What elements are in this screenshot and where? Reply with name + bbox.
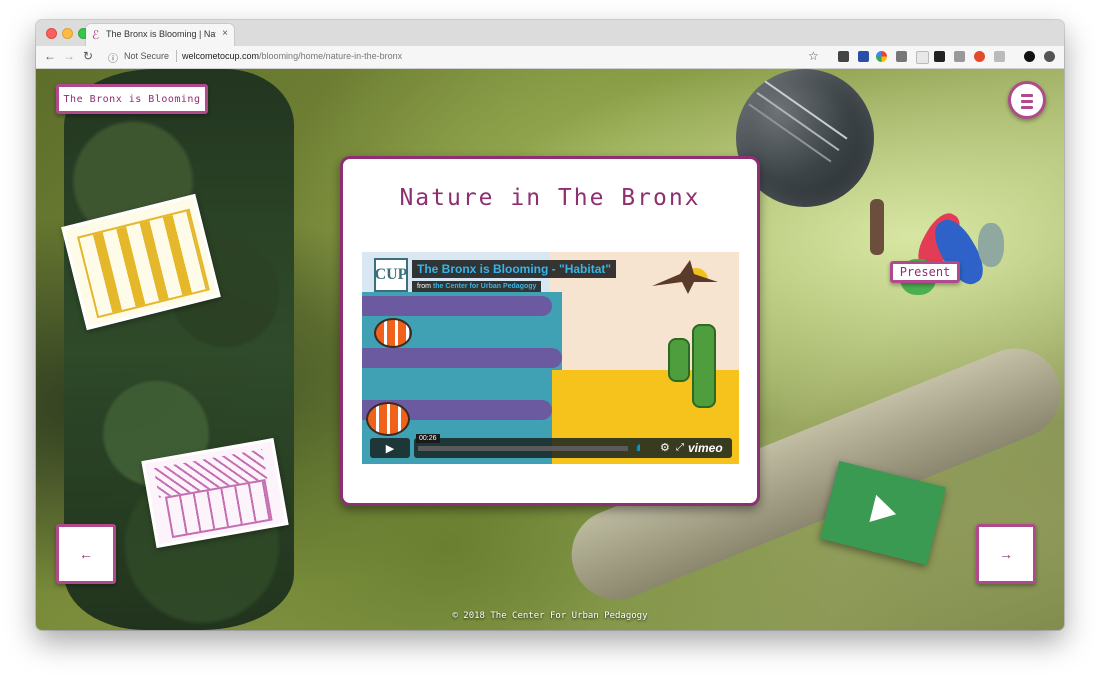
- cup-logo[interactable]: CUP: [374, 258, 408, 292]
- security-label: Not Secure: [124, 51, 170, 61]
- url-path: /blooming/home/nature-in-the-bronx: [259, 51, 403, 61]
- cup-logo-icon: ℰ: [92, 28, 100, 42]
- person-collage-image: [862, 199, 1012, 309]
- window-minimize-button[interactable]: [62, 28, 73, 39]
- reload-button[interactable]: ↻: [83, 49, 93, 63]
- back-button[interactable]: ←: [44, 49, 56, 63]
- settings-gear-icon[interactable]: ⚙: [660, 441, 670, 454]
- google-icon[interactable]: [876, 51, 887, 62]
- extension-icon[interactable]: [858, 51, 869, 62]
- progress-track[interactable]: 00:26: [416, 434, 628, 451]
- bookmark-star-icon[interactable]: ☆: [808, 49, 819, 63]
- byline-link[interactable]: the Center for Urban Pedagogy: [433, 283, 536, 290]
- link-icon[interactable]: [896, 51, 907, 62]
- tab-strip: ℰ The Bronx is Blooming | Nature ×: [36, 20, 1064, 46]
- browser-toolbar: ← → ↻ ⓘ Not Secure welcometocup.com/bloo…: [36, 46, 1064, 69]
- extension-icon[interactable]: [916, 51, 929, 64]
- video-clownfish: [374, 318, 412, 348]
- volume-icon[interactable]: ıll: [636, 443, 640, 453]
- current-time: 00:26: [416, 434, 440, 443]
- video-eagle: [652, 260, 718, 294]
- control-bar: 00:26 ıll ⚙ ⤢ vimeo: [414, 434, 732, 458]
- hamburger-icon: [1021, 100, 1033, 103]
- video-byline: from the Center for Urban Pedagogy: [412, 281, 542, 292]
- window-close-button[interactable]: [46, 28, 57, 39]
- browser-tab[interactable]: ℰ The Bronx is Blooming | Nature ×: [86, 24, 234, 46]
- video-clownfish: [366, 402, 410, 436]
- info-icon[interactable]: ⓘ: [108, 50, 118, 65]
- byline-prefix: from: [417, 283, 431, 290]
- page-title: Nature in The Bronx: [399, 185, 701, 211]
- address-divider: [176, 50, 177, 62]
- person-figure: [870, 199, 884, 255]
- video-title[interactable]: The Bronx is Blooming - "Habitat": [412, 260, 617, 278]
- building-windows: [76, 208, 210, 319]
- menu-button[interactable]: [1008, 81, 1046, 119]
- hamburger-icon: [1021, 94, 1033, 97]
- video-cactus: [668, 338, 690, 382]
- extension-icon[interactable]: [838, 51, 849, 62]
- extension-icon[interactable]: [974, 51, 985, 62]
- home-link-button[interactable]: The Bronx is Blooming: [56, 84, 208, 114]
- play-triangle-icon: [869, 494, 900, 528]
- video-controls: ▶ 00:26 ıll ⚙ ⤢ vimeo: [370, 434, 732, 458]
- vimeo-logo[interactable]: vimeo: [688, 441, 723, 455]
- tab-close-icon[interactable]: ×: [222, 28, 228, 39]
- profile-avatar[interactable]: [1024, 51, 1035, 62]
- extension-icon[interactable]: [954, 51, 965, 62]
- video-player[interactable]: CUP The Bronx is Blooming - "Habitat" fr…: [362, 252, 739, 464]
- extension-icon[interactable]: [934, 51, 945, 62]
- hamburger-icon: [1021, 106, 1033, 109]
- content-card: Nature in The Bronx CUP The Bronx is Blo…: [340, 156, 760, 506]
- footer-copyright: © 2018 The Center For Urban Pedagogy: [452, 611, 648, 621]
- present-button[interactable]: Present: [890, 261, 960, 283]
- video-wave: [362, 296, 552, 316]
- browser-window: ℰ The Bronx is Blooming | Nature × ← → ↻…: [36, 20, 1064, 630]
- extension-icon[interactable]: [994, 51, 1005, 62]
- url-domain: welcometocup.com: [182, 51, 260, 61]
- page-background: The Bronx is Blooming Nature in The Bron…: [36, 69, 1064, 630]
- forward-button[interactable]: →: [63, 49, 75, 63]
- tab-title: The Bronx is Blooming | Nature: [106, 29, 216, 39]
- video-wave: [362, 348, 562, 368]
- fullscreen-icon[interactable]: ⤢: [676, 442, 684, 453]
- play-button[interactable]: ▶: [370, 438, 410, 458]
- next-page-button[interactable]: →: [976, 524, 1036, 584]
- address-bar[interactable]: welcometocup.com/blooming/home/nature-in…: [182, 51, 402, 61]
- extension-icon[interactable]: [1044, 51, 1055, 62]
- video-cactus: [692, 324, 716, 408]
- previous-page-button[interactable]: ←: [56, 524, 116, 584]
- collage-shape: [978, 223, 1004, 267]
